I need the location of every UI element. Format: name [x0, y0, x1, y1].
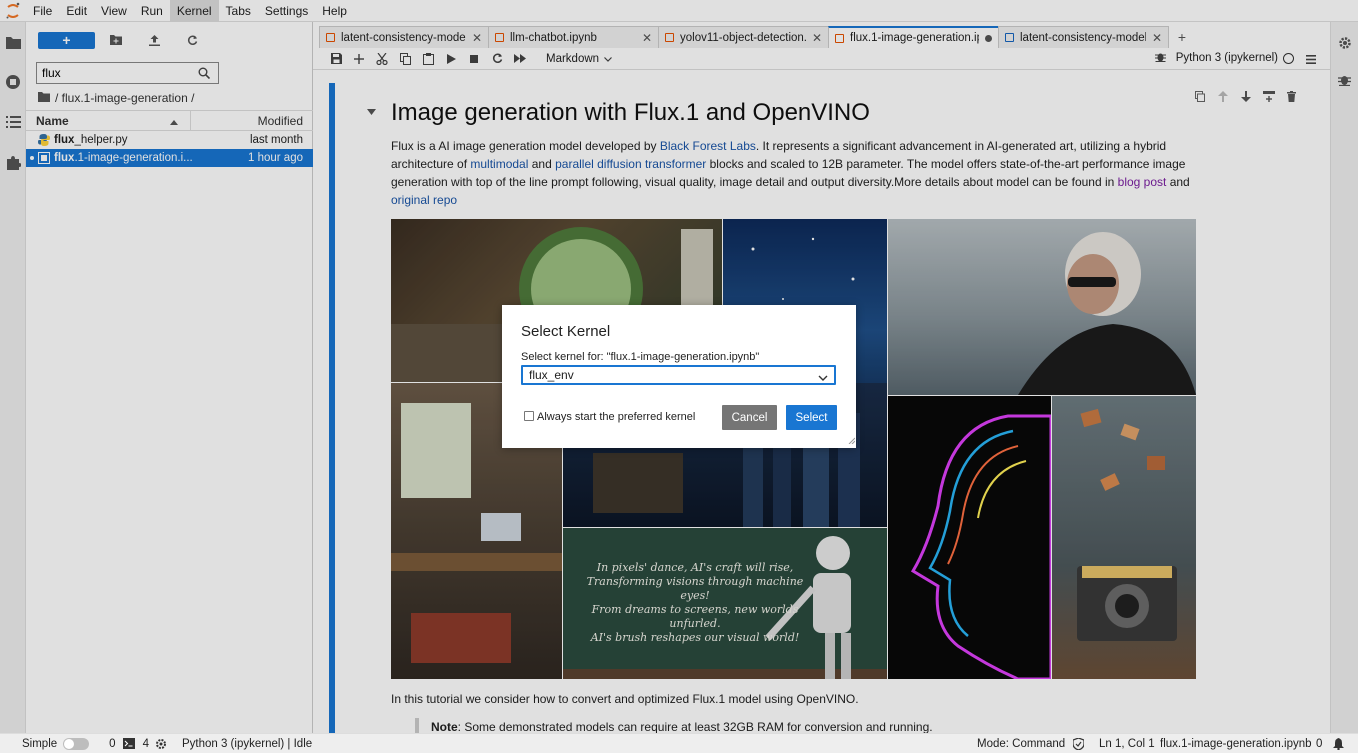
dialog-kernel-label: Select kernel for: "flux.1-image-generat… [521, 351, 760, 363]
preferred-kernel-label[interactable]: Always start the preferred kernel [537, 411, 695, 423]
resize-grip-icon[interactable] [847, 433, 856, 447]
current-filename: flux.1-image-generation.ipynb [1160, 737, 1312, 750]
cancel-button[interactable]: Cancel [722, 405, 777, 430]
select-button[interactable]: Select [786, 405, 837, 430]
terminals-count[interactable]: 0 [109, 738, 115, 750]
selected-kernel-value: flux_env [529, 368, 574, 382]
kernel-status[interactable]: Python 3 (ipykernel) | Idle [182, 738, 312, 750]
preferred-kernel-checkbox[interactable] [524, 411, 534, 421]
notification-bell-icon[interactable] [1333, 738, 1344, 750]
status-bar: Simple 0 4 Python 3 (ipykernel) | Idle M… [0, 733, 1358, 753]
terminal-icon[interactable] [122, 738, 135, 749]
dialog-title: Select Kernel [521, 323, 611, 340]
shield-icon[interactable] [1073, 738, 1084, 750]
simple-mode-label: Simple [22, 737, 58, 750]
editor-mode: Mode: Command [977, 737, 1066, 750]
jupyterlab-window: File Edit View Run Kernel Tabs Settings … [0, 0, 1358, 753]
kernels-count[interactable]: 4 [143, 738, 149, 750]
simple-mode-toggle[interactable] [63, 737, 90, 750]
toggle-knob [64, 738, 75, 749]
notifications-count[interactable]: 0 [1316, 738, 1322, 750]
kernel-gear-icon[interactable] [155, 738, 167, 750]
chevron-down-icon [818, 371, 828, 385]
select-kernel-dialog: Select Kernel Select kernel for: "flux.1… [502, 305, 856, 448]
kernel-select-dropdown[interactable]: flux_env [521, 365, 836, 385]
cursor-position[interactable]: Ln 1, Col 1 [1099, 738, 1155, 750]
